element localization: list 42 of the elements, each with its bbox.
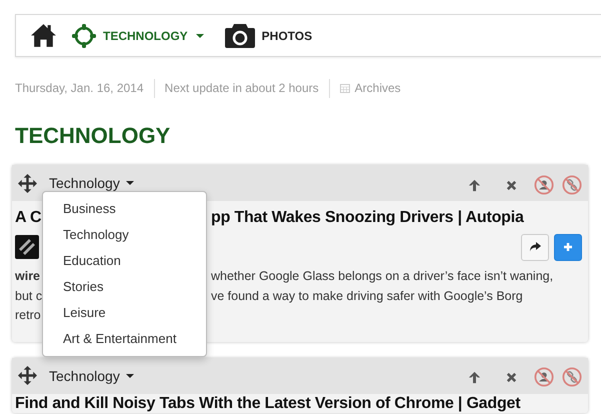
crosshair-icon	[71, 22, 97, 48]
summary-text: whether Google Glass belongs on a driver’s face isn’t waning,	[211, 268, 554, 285]
summary-text: retro	[15, 307, 41, 324]
add-button[interactable]	[554, 234, 582, 260]
blocked-link-icon[interactable]	[562, 367, 582, 387]
summary-text: but c	[15, 288, 42, 304]
home-icon[interactable]	[30, 23, 57, 48]
caret-icon	[126, 181, 134, 185]
dropdown-item[interactable]: Technology	[43, 222, 206, 248]
share-button[interactable]	[521, 234, 549, 260]
caret-icon	[196, 34, 204, 38]
date-text: Thursday, Jan. 16, 2014	[15, 81, 144, 95]
arrow-up-icon[interactable]	[468, 371, 481, 384]
dropdown-item[interactable]: Education	[43, 248, 206, 274]
photos-menu-link[interactable]: PHOTOS	[218, 22, 312, 48]
category-dropdown[interactable]: Technology	[45, 368, 134, 384]
share-arrow-icon	[529, 242, 541, 252]
dropdown-item[interactable]: Art & Entertainment	[43, 326, 206, 352]
section-heading: TECHNOLOGY	[15, 123, 172, 149]
article-title[interactable]: Find and Kill Noisy Tabs With the Latest Version of Chrome | Gadget	[15, 394, 520, 412]
arrow-up-icon[interactable]	[468, 178, 481, 192]
summary-text: wire	[15, 268, 40, 285]
category-dropdown[interactable]: Technology	[45, 175, 134, 191]
update-text: Next update in about 2 hours	[164, 81, 319, 95]
close-icon[interactable]	[505, 371, 518, 384]
camera-icon	[224, 22, 256, 48]
blocked-link-icon[interactable]	[562, 174, 582, 194]
caret-icon	[126, 374, 134, 378]
calendar-icon	[340, 83, 350, 93]
close-icon[interactable]	[505, 178, 518, 192]
move-icon[interactable]	[18, 366, 37, 385]
dropdown-item[interactable]: Leisure	[43, 300, 206, 326]
blocked-person-icon[interactable]	[534, 174, 554, 194]
blocked-person-icon[interactable]	[534, 367, 554, 387]
move-icon[interactable]	[18, 174, 37, 192]
source-logo-icon	[15, 235, 39, 259]
summary-text: ve found a way to make driving safer with Google’s Borg	[211, 288, 523, 305]
article-title[interactable]: pp That Wakes Snoozing Drivers | Autopia	[211, 209, 524, 227]
dropdown-item[interactable]: Stories	[43, 274, 206, 300]
plus-icon	[562, 242, 574, 252]
dropdown-item[interactable]: Business	[43, 196, 206, 222]
technology-menu-link[interactable]: TECHNOLOGY	[71, 22, 204, 48]
